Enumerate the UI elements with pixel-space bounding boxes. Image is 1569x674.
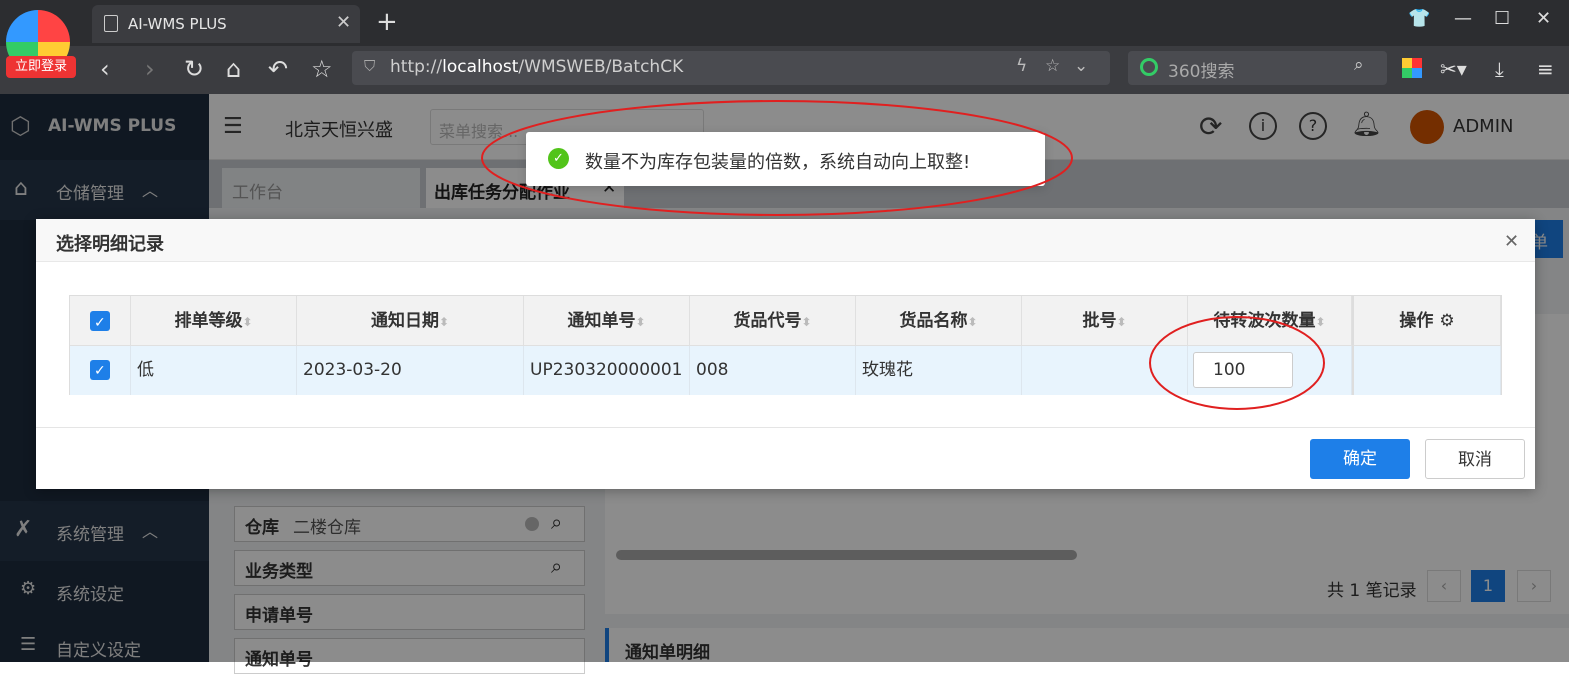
annotation-ellipse-toast [481, 100, 1073, 216]
annotation-layer [481, 100, 1325, 410]
annotation-ellipse-qty [1149, 316, 1325, 410]
